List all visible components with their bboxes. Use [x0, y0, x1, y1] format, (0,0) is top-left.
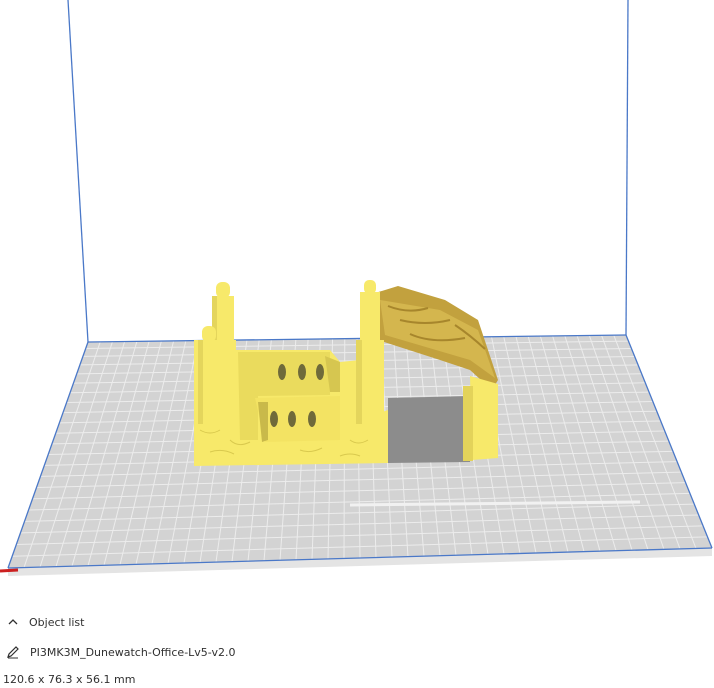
3d-viewport[interactable] [0, 0, 714, 605]
object-list-panel: Object list PI3MK3M_Dunewatch-Office-Lv5… [0, 605, 714, 688]
x-axis-indicator [0, 568, 19, 573]
object-list-label: Object list [29, 615, 85, 629]
object-dimensions: 120.6 x 76.3 x 56.1 mm [3, 673, 135, 686]
object-list-toggle[interactable]: Object list [6, 615, 84, 629]
dimensions-text: 120.6 x 76.3 x 56.1 mm [3, 673, 136, 686]
object-name: PI3MK3M_Dunewatch-Office-Lv5-v2.0 [30, 645, 236, 659]
object-name-row[interactable]: PI3MK3M_Dunewatch-Office-Lv5-v2.0 [6, 645, 236, 659]
pencil-icon[interactable] [6, 645, 20, 659]
chevron-up-icon [8, 619, 18, 625]
